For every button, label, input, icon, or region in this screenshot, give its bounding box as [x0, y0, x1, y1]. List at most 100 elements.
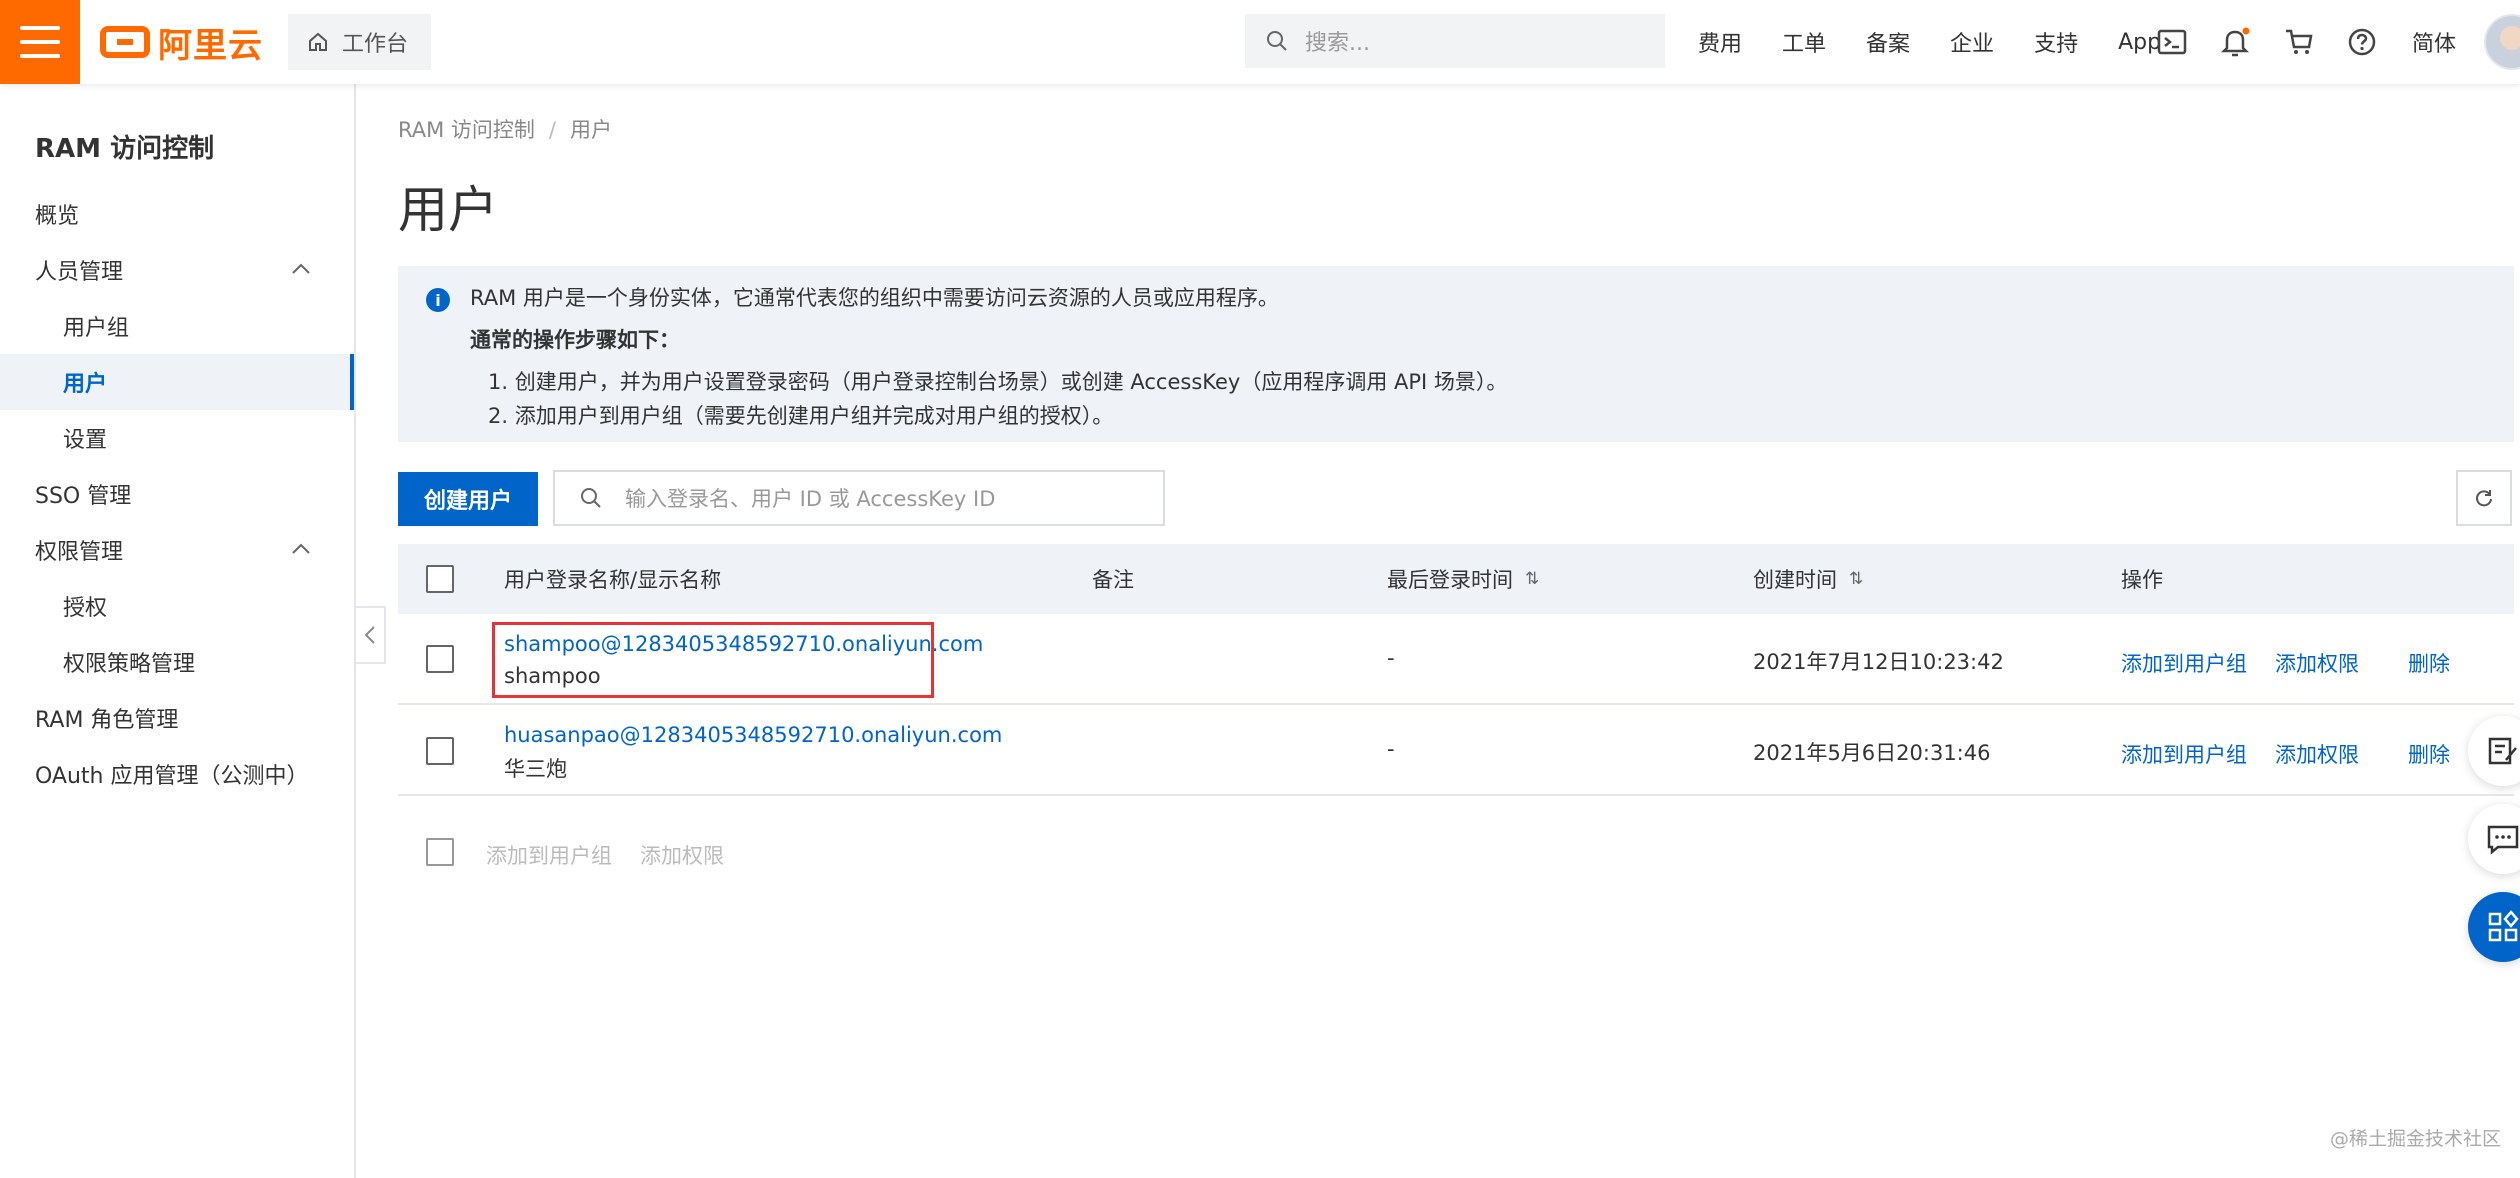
- sidebar-item-policies[interactable]: 权限策略管理: [0, 634, 354, 690]
- add-permission-link[interactable]: 添加权限: [2275, 648, 2359, 678]
- language-switch[interactable]: 简体: [2412, 26, 2456, 58]
- sort-icon[interactable]: ⇅: [1525, 569, 1539, 589]
- hamburger-icon-line: [20, 40, 60, 44]
- table-row: shampoo@1283405348592710.onaliyun.com sh…: [398, 614, 2514, 705]
- logo[interactable]: 阿里云: [100, 18, 263, 66]
- add-permission-link[interactable]: 添加权限: [2275, 739, 2359, 769]
- global-search-placeholder: 搜索...: [1305, 31, 1370, 56]
- sidebar-item-label: 授权: [63, 596, 108, 621]
- nav-link-support[interactable]: 支持: [2034, 26, 2078, 58]
- refresh-button[interactable]: [2456, 470, 2512, 526]
- breadcrumb-separator: /: [548, 118, 556, 142]
- user-search-input[interactable]: 输入登录名、用户 ID 或 AccessKey ID: [553, 470, 1165, 526]
- info-notice: i RAM 用户是一个身份实体，它通常代表您的组织中需要访问云资源的人员或应用程…: [398, 266, 2514, 442]
- avatar[interactable]: [2484, 14, 2520, 70]
- sidebar-item-settings[interactable]: 设置: [0, 410, 354, 466]
- sidebar-item-user-groups[interactable]: 用户组: [0, 298, 354, 354]
- apps-button[interactable]: [2468, 892, 2520, 962]
- add-to-group-link[interactable]: 添加到用户组: [2121, 648, 2247, 678]
- chat-button[interactable]: [2468, 804, 2520, 874]
- info-steps-title: 通常的操作步骤如下：: [470, 328, 680, 352]
- column-header-created[interactable]: 创建时间 ⇅: [1753, 544, 1863, 614]
- workbench-label: 工作台: [342, 32, 409, 57]
- sidebar-collapse-button[interactable]: [356, 606, 386, 664]
- chat-icon: [2487, 825, 2519, 855]
- nav-link-billing[interactable]: 费用: [1698, 26, 1742, 58]
- delete-link[interactable]: 删除: [2408, 739, 2450, 769]
- sidebar-item-roles[interactable]: RAM 角色管理: [0, 690, 354, 746]
- sidebar-item-label: 权限管理: [35, 540, 124, 565]
- sidebar-item-overview[interactable]: 概览: [0, 186, 354, 242]
- sidebar-item-label: OAuth 应用管理（公测中）: [35, 764, 309, 789]
- hamburger-icon: [20, 26, 60, 30]
- info-icon: i: [426, 288, 450, 312]
- row-checkbox[interactable]: [426, 645, 454, 673]
- column-header-created-label: 创建时间: [1753, 568, 1837, 592]
- sidebar-item-users[interactable]: 用户: [0, 354, 354, 410]
- sidebar-item-grants[interactable]: 授权: [0, 578, 354, 634]
- top-navigation-bar: 阿里云 工作台 搜索... 费用 工单 备案 企业 支持 App 简体: [0, 0, 2520, 84]
- hamburger-icon-line: [20, 54, 60, 58]
- table-row: huasanpao@1283405348592710.onaliyun.com …: [398, 705, 2514, 796]
- user-display-name: shampoo: [504, 664, 601, 688]
- info-step-1: 1. 创建用户，并为用户设置登录密码（用户登录控制台场景）或创建 AccessK…: [488, 370, 1508, 394]
- select-all-checkbox[interactable]: [426, 565, 454, 593]
- sidebar-item-label: RAM 角色管理: [35, 708, 179, 733]
- create-user-button[interactable]: 创建用户: [398, 472, 538, 526]
- user-display-name: 华三炮: [504, 757, 567, 781]
- cart-icon[interactable]: [2279, 22, 2319, 62]
- search-icon: [581, 488, 601, 508]
- column-header-name: 用户登录名称/显示名称: [504, 568, 722, 592]
- batch-select-checkbox[interactable]: [426, 838, 454, 866]
- nav-link-enterprise[interactable]: 企业: [1950, 26, 1994, 58]
- top-nav-links: 费用 工单 备案 企业 支持 App: [1698, 0, 2201, 84]
- user-last-login: -: [1387, 646, 1395, 670]
- watermark: @稀土掘金技术社区: [2330, 1128, 2502, 1150]
- edit-note-icon: [2488, 737, 2517, 765]
- sidebar: RAM 访问控制 概览 人员管理 用户组 用户 设置 SSO 管理 权限管理 授…: [0, 84, 356, 1178]
- help-icon[interactable]: [2342, 22, 2382, 62]
- user-login-name-link[interactable]: huasanpao@1283405348592710.onaliyun.com: [504, 723, 1002, 747]
- workbench-button[interactable]: 工作台: [288, 14, 431, 70]
- user-created-time: 2021年7月12日10:23:42: [1753, 650, 2004, 674]
- search-icon: [1267, 31, 1287, 51]
- logo-mark-icon: [100, 26, 150, 58]
- global-search-input[interactable]: 搜索...: [1245, 14, 1665, 68]
- column-header-note: 备注: [1092, 568, 1134, 592]
- user-search-placeholder: 输入登录名、用户 ID 或 AccessKey ID: [625, 487, 996, 511]
- sidebar-item-label: 设置: [63, 428, 108, 453]
- row-checkbox[interactable]: [426, 737, 454, 765]
- sidebar-item-label: 权限策略管理: [63, 652, 196, 677]
- terminal-icon[interactable]: [2152, 22, 2192, 62]
- sidebar-item-identities[interactable]: 人员管理: [0, 242, 354, 298]
- table-header: 用户登录名称/显示名称 备注 最后登录时间 ⇅ 创建时间 ⇅ 操作: [398, 544, 2514, 614]
- sidebar-title: RAM 访问控制: [35, 134, 215, 164]
- refresh-icon: [2476, 490, 2492, 507]
- user-created-time: 2021年5月6日20:31:46: [1753, 741, 1991, 765]
- delete-link[interactable]: 删除: [2408, 648, 2450, 678]
- home-icon: [309, 32, 327, 51]
- nav-link-icp[interactable]: 备案: [1866, 26, 1910, 58]
- bell-icon[interactable]: [2215, 22, 2255, 62]
- batch-add-permission-button[interactable]: 添加权限: [640, 840, 724, 870]
- sort-icon[interactable]: ⇅: [1849, 569, 1863, 589]
- info-step-2: 2. 添加用户到用户组（需要先创建用户组并完成对用户组的授权）。: [488, 404, 1114, 428]
- add-to-group-link[interactable]: 添加到用户组: [2121, 739, 2247, 769]
- sidebar-item-oauth[interactable]: OAuth 应用管理（公测中）: [0, 746, 354, 802]
- sidebar-item-label: 用户组: [63, 316, 130, 341]
- column-header-last-login[interactable]: 最后登录时间 ⇅: [1387, 544, 1539, 614]
- chevron-up-icon: [292, 263, 310, 274]
- menu-button[interactable]: [0, 0, 80, 84]
- sidebar-item-label: SSO 管理: [35, 484, 132, 509]
- breadcrumb-root[interactable]: RAM 访问控制: [398, 118, 535, 142]
- chevron-left-icon: [364, 626, 375, 644]
- user-login-name-link[interactable]: shampoo@1283405348592710.onaliyun.com: [504, 632, 983, 656]
- nav-link-tickets[interactable]: 工单: [1782, 26, 1826, 58]
- breadcrumb-current: 用户: [569, 118, 612, 142]
- info-intro: RAM 用户是一个身份实体，它通常代表您的组织中需要访问云资源的人员或应用程序。: [470, 286, 1279, 310]
- apps-grid-icon: [2488, 910, 2519, 942]
- sidebar-item-permissions[interactable]: 权限管理: [0, 522, 354, 578]
- batch-add-to-group-button[interactable]: 添加到用户组: [486, 840, 612, 870]
- column-header-actions: 操作: [2121, 568, 2163, 592]
- sidebar-item-sso[interactable]: SSO 管理: [0, 466, 354, 522]
